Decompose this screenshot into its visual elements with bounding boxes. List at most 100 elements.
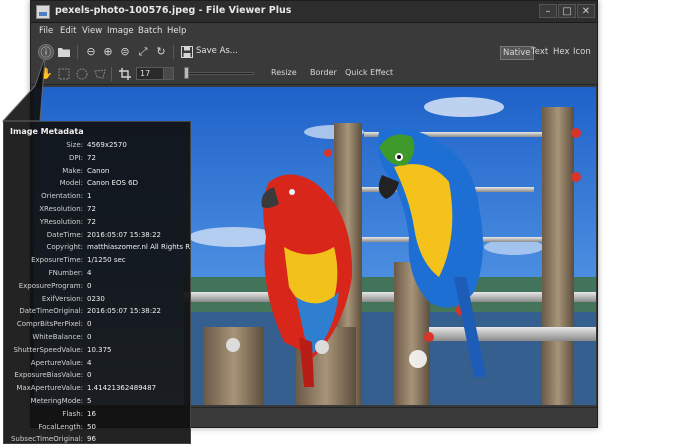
metadata-row: MaxApertureValue: 1.41421362489487 <box>4 384 190 397</box>
metadata-key: ExposureBiasValue: <box>14 371 83 380</box>
metadata-row: ExposureProgram: 0 <box>4 281 190 295</box>
metadata-value: 4 <box>87 269 92 277</box>
zoom-value-input[interactable]: 17 <box>136 67 174 80</box>
metadata-key: ExifVersion: <box>41 294 83 303</box>
metadata-row: ComprBitsPerPixel: 0 <box>4 320 190 333</box>
metadata-key: Orientation: <box>41 192 83 201</box>
close-button[interactable]: ✕ <box>577 4 595 18</box>
save-as-button[interactable]: Save As... <box>196 46 238 56</box>
metadata-key: Make: <box>62 166 83 175</box>
toolbar-divider <box>77 45 78 59</box>
metadata-row: Make: Canon <box>4 166 190 180</box>
minimize-button[interactable]: – <box>539 4 557 18</box>
metadata-row: Size: 4569x2570 <box>4 141 190 154</box>
metadata-key: WhiteBalance: <box>32 333 83 341</box>
menu-help[interactable]: Help <box>167 26 186 36</box>
metadata-title: Image Metadata <box>10 127 84 136</box>
fullscreen-icon[interactable]: ⤢ <box>135 44 151 60</box>
app-icon <box>36 5 50 19</box>
lasso-select-icon[interactable] <box>92 66 108 82</box>
metadata-value: 72 <box>87 217 96 226</box>
metadata-row: ExifVersion: 0230 <box>4 294 190 308</box>
metadata-row: FNumber: 4 <box>4 269 190 282</box>
metadata-key: Copyright: <box>46 243 83 252</box>
zoom-in-icon[interactable]: ⊕ <box>100 44 116 60</box>
metadata-value: 4 <box>87 358 92 367</box>
crop-icon[interactable] <box>117 66 133 82</box>
menu-file[interactable]: File <box>39 26 53 36</box>
zoom-slider[interactable] <box>186 72 254 75</box>
menu-edit[interactable]: Edit <box>60 26 76 36</box>
menu-bar: File Edit View Image Batch Help <box>31 23 597 41</box>
metadata-key: ExposureProgram: <box>18 281 83 290</box>
metadata-row: Model: Canon EOS 6D <box>4 179 190 192</box>
menu-image[interactable]: Image <box>107 26 134 36</box>
metadata-row: WhiteBalance: 0 <box>4 333 190 346</box>
metadata-panel: Image Metadata Size: 4569x2570 DPI: 72 Mak… <box>3 121 191 444</box>
metadata-key: Model: <box>59 179 83 188</box>
window-title: pexels-photo-100576.jpeg - File Viewer P… <box>55 5 292 16</box>
metadata-key: Flash: <box>62 409 83 418</box>
border-button[interactable]: Border <box>310 68 337 77</box>
metadata-value: matthiaszomer.nl All Rights Res <box>87 243 191 252</box>
metadata-value: 16 <box>87 409 96 418</box>
metadata-value: 4569x2570 <box>87 141 127 149</box>
metadata-value: 72 <box>87 205 96 213</box>
zoom-slider-thumb[interactable] <box>184 67 189 79</box>
menu-view[interactable]: View <box>82 26 102 36</box>
metadata-value: 50 <box>87 422 96 431</box>
ellipse-select-icon[interactable] <box>74 66 90 82</box>
metadata-value: Canon <box>87 166 110 175</box>
metadata-key: MeteringMode: <box>30 397 83 405</box>
metadata-value: 1.41421362489487 <box>87 384 157 393</box>
metadata-key: ExposureTime: <box>31 256 83 265</box>
metadata-key: DateTimeOriginal: <box>19 307 83 316</box>
rect-select-icon[interactable] <box>56 66 72 82</box>
mode-icon[interactable]: Icon <box>571 46 593 58</box>
metadata-value: 0 <box>87 281 92 290</box>
resize-button[interactable]: Resize <box>271 68 297 77</box>
zoom-out-icon[interactable]: ⊖ <box>83 44 99 60</box>
metadata-value: 2016:05:07 15:38:22 <box>87 307 162 316</box>
metadata-row: MeteringMode: 5 <box>4 397 190 410</box>
menu-batch[interactable]: Batch <box>138 26 162 36</box>
metadata-key: MaxApertureValue: <box>16 384 83 393</box>
metadata-key: ApertureValue: <box>30 358 83 367</box>
metadata-row: SubsecTimeOriginal: 96 <box>4 435 190 444</box>
save-icon[interactable] <box>179 44 195 60</box>
info-icon[interactable]: ⓘ <box>38 44 54 60</box>
metadata-key: DPI: <box>68 153 83 162</box>
metadata-value: 96 <box>87 435 96 444</box>
maximize-button[interactable]: □ <box>558 4 576 18</box>
metadata-row: YResolution: 72 <box>4 217 190 231</box>
metadata-row: ApertureValue: 4 <box>4 358 190 372</box>
metadata-value: 2016:05:07 15:38:22 <box>87 230 162 239</box>
metadata-key: FocalLength: <box>38 422 83 431</box>
metadata-row: DateTimeOriginal: 2016:05:07 15:38:22 <box>4 307 190 320</box>
metadata-key: DateTime: <box>46 230 83 239</box>
metadata-row: ExposureTime: 1/1250 sec <box>4 256 190 269</box>
folder-icon[interactable] <box>56 44 72 60</box>
metadata-value: 10.375 <box>87 345 112 354</box>
metadata-row: DPI: 72 <box>4 153 190 167</box>
metadata-row: ExposureBiasValue: 0 <box>4 371 190 384</box>
metadata-value: 0 <box>87 320 92 329</box>
metadata-key: ShutterSpeedValue: <box>13 345 83 354</box>
zoom-fit-icon[interactable]: ⊜ <box>117 44 133 60</box>
metadata-key: Size: <box>66 141 83 149</box>
metadata-key: YResolution: <box>39 217 83 226</box>
mode-hex[interactable]: Hex <box>551 46 572 58</box>
metadata-value: 5 <box>87 397 92 405</box>
metadata-key: FNumber: <box>48 269 83 277</box>
metadata-value: 0 <box>87 371 92 380</box>
quick-effect-button[interactable]: Quick Effect <box>345 68 393 77</box>
rotate-icon[interactable]: ↻ <box>153 44 169 60</box>
metadata-row: Flash: 16 <box>4 409 190 423</box>
toolbar-divider <box>173 45 174 59</box>
metadata-key: XResolution: <box>39 205 83 213</box>
mode-text[interactable]: Text <box>529 46 550 58</box>
hand-icon[interactable]: ✋ <box>38 66 54 82</box>
metadata-row: FocalLength: 50 <box>4 422 190 436</box>
metadata-value: 72 <box>87 153 96 162</box>
metadata-row: Copyright: matthiaszomer.nl All Rights Re… <box>4 243 191 256</box>
